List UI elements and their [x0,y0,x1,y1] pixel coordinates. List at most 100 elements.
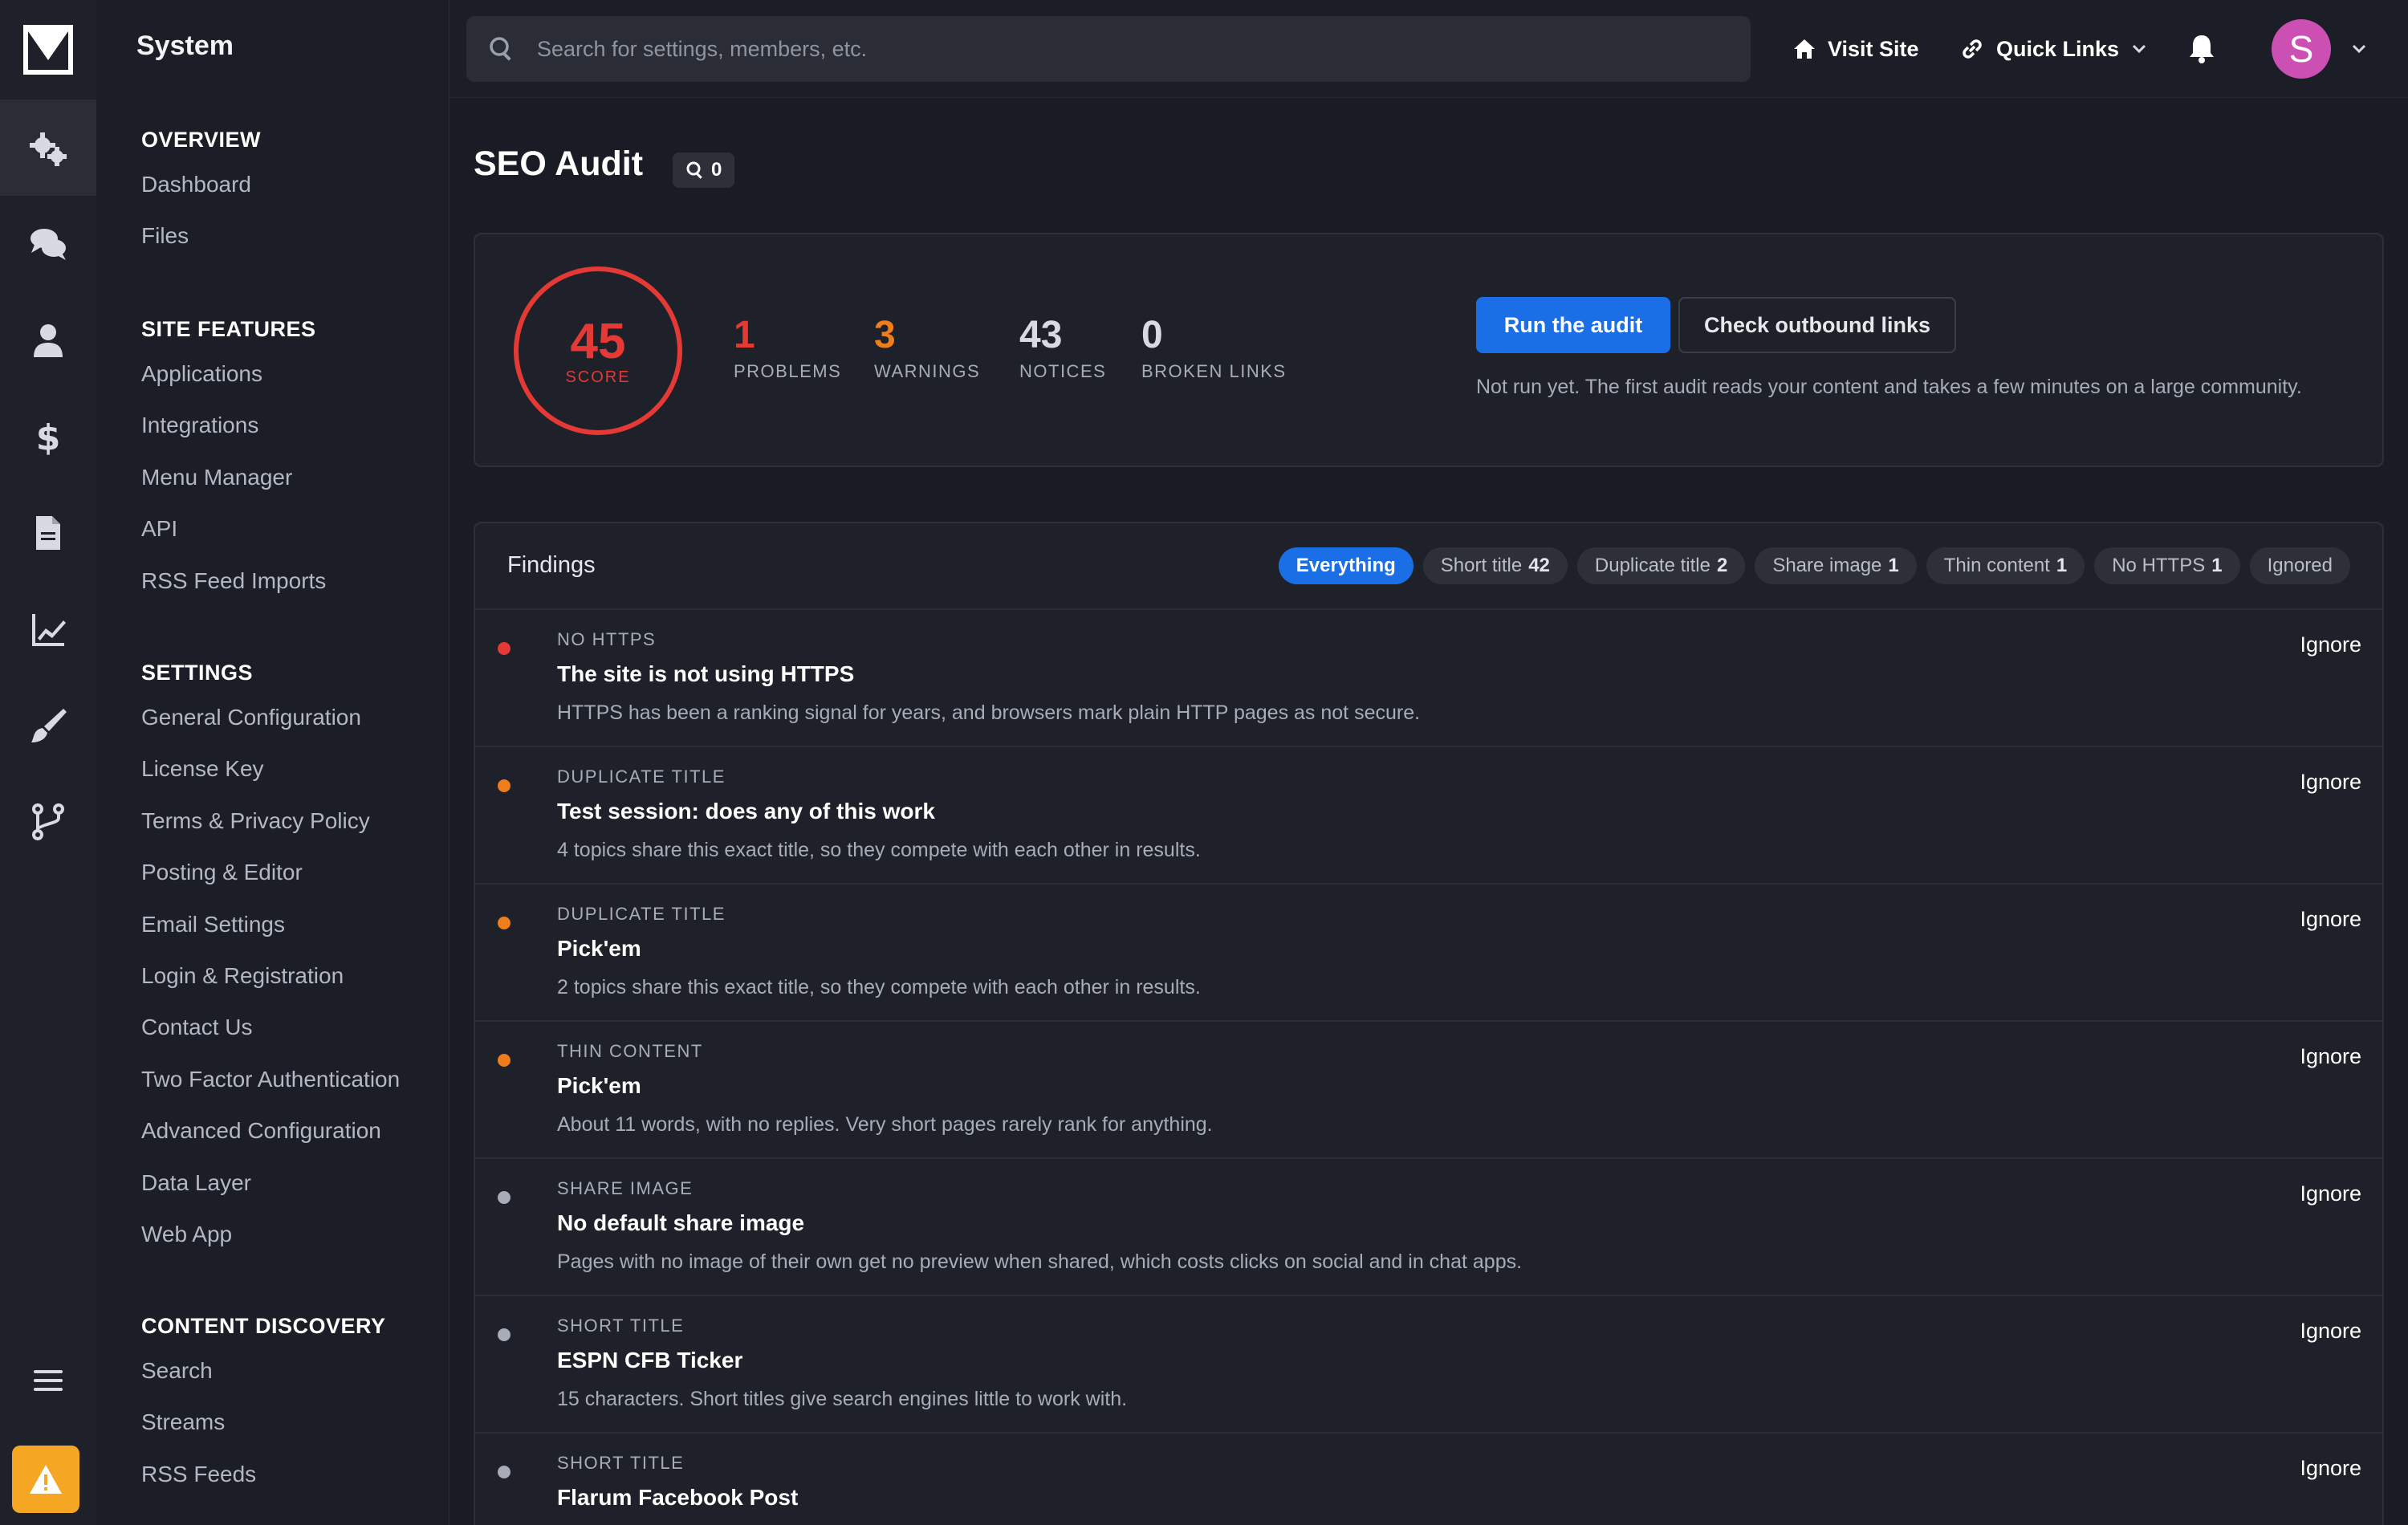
rail-dollar-icon[interactable]: $ [0,388,96,485]
link-icon [1963,39,1982,59]
severity-dot [498,779,510,792]
finding-row: THIN CONTENT Pick'em About 11 words, wit… [475,1022,2382,1159]
warning-icon[interactable] [12,1446,79,1513]
severity-dot [498,1054,510,1067]
chevron-down-icon [2352,44,2366,54]
severity-dot [498,1466,510,1478]
sidebar-item-files[interactable]: Files [141,210,446,262]
ignore-button[interactable]: Ignore [2300,632,2361,657]
sidebar-item-login-registration[interactable]: Login & Registration [141,950,446,1002]
sidebar-item-two-factor[interactable]: Two Factor Authentication [141,1054,446,1105]
finding-description: About 11 words, with no replies. Very sh… [557,1113,1213,1136]
ignore-button[interactable]: Ignore [2300,1319,2361,1344]
severity-dot [498,917,510,929]
filter-short-title[interactable]: Short title 42 [1422,547,1568,584]
rail-cogs-icon[interactable] [0,100,96,196]
findings-panel: Findings Everything Short title 42 Duplic… [474,522,2384,1525]
rail-document-icon[interactable] [0,485,96,581]
bell-icon [2190,35,2214,63]
sidebar-item-rss-feed-imports[interactable]: RSS Feed Imports [141,555,446,607]
filter-share-image[interactable]: Share image 1 [1755,547,1917,584]
filter-thin-content[interactable]: Thin content 1 [1926,547,2085,584]
findings-header: Findings Everything Short title 42 Duplic… [475,523,2382,610]
sidebar-item-license-key[interactable]: License Key [141,743,446,795]
settings-sidebar: System OVERVIEW Dashboard Files SITE FEA… [96,0,449,1525]
audit-status-note: Not run yet. The first audit reads your … [1476,376,2302,398]
logo-icon[interactable] [0,0,96,100]
sidebar-item-rss-feeds[interactable]: RSS Feeds [141,1449,446,1500]
score-ring: 45 SCORE [514,266,682,435]
sidebar-item-integrations[interactable]: Integrations [141,400,446,451]
stat-notices: 43 NOTICES [1019,315,1106,382]
ignore-button[interactable]: Ignore [2300,1456,2361,1481]
search-icon [490,37,511,61]
filter-everything[interactable]: Everything [1278,547,1413,584]
quick-links-button[interactable]: Quick Links [1959,24,2159,74]
filter-no-https[interactable]: No HTTPS 1 [2094,547,2240,584]
notifications-button[interactable] [2186,24,2229,74]
ignore-button[interactable]: Ignore [2300,1044,2361,1069]
rail-menu-icon[interactable] [0,1332,96,1429]
finding-type: NO HTTPS [557,629,657,649]
rail-brush-icon[interactable] [0,677,96,774]
sidebar-section-content-discovery: CONTENT DISCOVERY Search Streams RSS Fee… [141,1307,446,1500]
search-input[interactable] [537,36,1661,62]
sidebar-item-advanced-configuration[interactable]: Advanced Configuration [141,1105,446,1157]
filter-count: 2 [1716,555,1728,576]
title-badge-count: 0 [711,159,722,181]
run-audit-button[interactable]: Run the audit [1476,297,1670,353]
sidebar-item-email-settings[interactable]: Email Settings [141,899,446,950]
sidebar-section-site-features: SITE FEATURES Applications Integrations … [141,310,446,607]
filter-count: 1 [1888,555,1899,576]
rail-branch-icon[interactable] [0,774,96,870]
top-bar: Visit Site Quick Links S [450,0,2408,98]
finding-description: 15 characters. Short titles give search … [557,1388,1128,1410]
stat-label: BROKEN LINKS [1141,361,1287,381]
finding-description: 4 topics share this exact title, so they… [557,839,1201,861]
stat-broken-links: 0 BROKEN LINKS [1141,315,1287,382]
avatar[interactable]: S [2272,19,2331,79]
sidebar-item-general-configuration[interactable]: General Configuration [141,692,446,743]
sidebar-item-menu-manager[interactable]: Menu Manager [141,452,446,503]
severity-dot [498,642,510,655]
filter-label: Ignored [2267,555,2333,576]
sidebar-item-applications[interactable]: Applications [141,348,446,400]
ignore-button[interactable]: Ignore [2300,907,2361,932]
sidebar-item-posting-editor[interactable]: Posting & Editor [141,847,446,898]
sidebar-item-contact-us[interactable]: Contact Us [141,1002,446,1053]
icon-rail: $ [0,0,96,1525]
rail-chat-icon[interactable] [0,196,96,292]
filter-duplicate-title[interactable]: Duplicate title 2 [1576,547,1746,584]
ignore-button[interactable]: Ignore [2300,770,2361,795]
sidebar-item-web-app[interactable]: Web App [141,1209,446,1260]
search-box[interactable] [466,16,1751,82]
finding-type: SHORT TITLE [557,1453,685,1473]
ignore-button[interactable]: Ignore [2300,1181,2361,1206]
finding-type: DUPLICATE TITLE [557,904,726,924]
finding-description: 2 topics share this exact title, so they… [557,976,1201,998]
filter-label: Short title [1440,555,1523,576]
score-value: 45 [570,313,626,369]
stat-value: 3 [874,314,896,356]
check-outbound-links-button[interactable]: Check outbound links [1678,297,1956,353]
finding-type: SHORT TITLE [557,1316,685,1336]
account-menu-button[interactable] [2350,24,2379,74]
sidebar-item-api[interactable]: API [141,503,446,555]
stat-label: PROBLEMS [734,361,842,381]
rail-user-icon[interactable] [0,292,96,388]
sidebar-item-terms-privacy[interactable]: Terms & Privacy Policy [141,795,446,847]
sidebar-item-data-layer[interactable]: Data Layer [141,1157,446,1209]
stat-label: NOTICES [1019,361,1107,381]
page-title: SEO Audit [474,144,644,183]
visit-site-button[interactable]: Visit Site [1792,24,1919,74]
rail-chart-icon[interactable] [0,581,96,677]
sidebar-item-streams[interactable]: Streams [141,1397,446,1448]
sidebar-item-dashboard[interactable]: Dashboard [141,159,446,210]
finding-type: THIN CONTENT [557,1041,703,1061]
filter-ignored[interactable]: Ignored [2249,547,2350,584]
filter-label: Duplicate title [1594,555,1710,576]
finding-title: Test session: does any of this work [557,799,935,824]
finding-type: SHARE IMAGE [557,1178,694,1198]
filter-label: No HTTPS [2112,555,2206,576]
sidebar-item-search[interactable]: Search [141,1345,446,1397]
